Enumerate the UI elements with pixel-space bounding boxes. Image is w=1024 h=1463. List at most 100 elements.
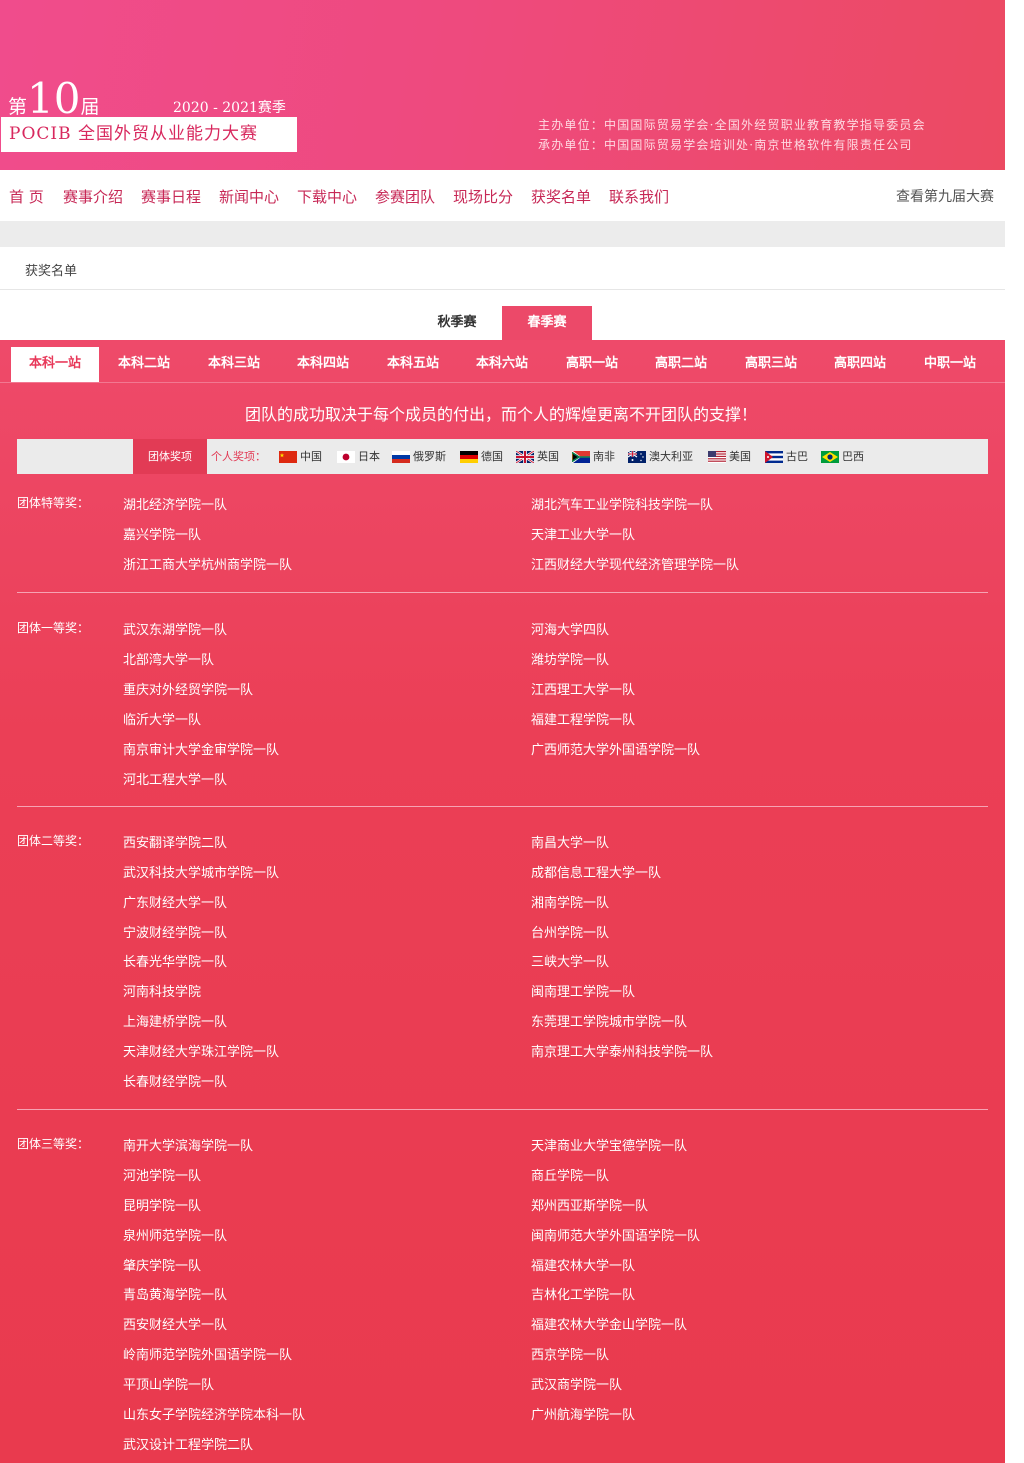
team-name: 长春财经学院一队 — [123, 1075, 228, 1090]
tab-station-4[interactable]: 本科四站 — [279, 347, 367, 382]
organizer-text: 主办单位：中国国际贸易学会·全国外经贸职业教育教学指导委员会 — [538, 118, 926, 132]
team-name: 江西理工大学一队 — [531, 683, 636, 698]
season-label: 2020 - 2021赛季 — [173, 100, 286, 116]
team-name: 天津商业大学宝德学院一队 — [531, 1139, 688, 1154]
country-name: 巴西 — [842, 450, 864, 463]
edition-number: 第10届 — [8, 74, 99, 123]
team-name: 成都信息工程大学一队 — [531, 866, 662, 881]
station-tabs: 本科一站 本科二站 本科三站 本科四站 本科五站 本科六站 高职一站 高职二站 … — [0, 340, 1005, 383]
tab-station-8[interactable]: 高职二站 — [637, 347, 725, 382]
window-edge — [1005, 0, 1024, 1463]
award-filter-bar: 团体奖项 个人奖项： 中国 日本 俄罗斯 德国 英国 南非 澳大利亚 美国 古巴… — [17, 439, 988, 474]
team-name: 河海大学四队 — [531, 623, 610, 638]
season-tabs: 秋季赛 春季赛 — [0, 290, 1005, 340]
team-name: 广东财经大学一队 — [123, 896, 228, 911]
winners-content: 本科一站 本科二站 本科三站 本科四站 本科五站 本科六站 高职一站 高职二站 … — [0, 340, 1005, 1463]
team-name: 肇庆学院一队 — [123, 1259, 202, 1274]
tab-station-1[interactable]: 本科一站 — [11, 347, 99, 382]
team-name: 临沂大学一队 — [123, 713, 202, 728]
team-name: 上海建桥学院一队 — [123, 1015, 228, 1030]
tab-station-10[interactable]: 高职四站 — [816, 347, 904, 382]
nav-home[interactable]: 首 页 — [9, 186, 44, 207]
team-name: 福建工程学院一队 — [531, 713, 636, 728]
team-name: 湘南学院一队 — [531, 896, 610, 911]
award-level-label: 团体特等奖： — [17, 496, 90, 510]
team-name: 河北工程大学一队 — [123, 773, 228, 788]
team-name: 河池学院一队 — [123, 1169, 202, 1184]
team-name: 河南科技学院 — [123, 985, 202, 1000]
tab-station-9[interactable]: 高职三站 — [727, 347, 815, 382]
nav-teams[interactable]: 参赛团队 — [375, 186, 435, 207]
nav-winners[interactable]: 获奖名单 — [531, 186, 591, 207]
divider-band — [0, 221, 1005, 247]
tab-station-2[interactable]: 本科二站 — [100, 347, 188, 382]
team-name: 闽南师范大学外国语学院一队 — [531, 1229, 701, 1244]
team-name: 南昌大学一队 — [531, 836, 610, 851]
team-name: 宁波财经学院一队 — [123, 926, 228, 941]
team-name: 西京学院一队 — [531, 1348, 610, 1363]
team-name: 岭南师范学院外国语学院一队 — [123, 1348, 293, 1363]
team-name: 北部湾大学一队 — [123, 653, 215, 668]
team-name: 嘉兴学院一队 — [123, 528, 202, 543]
team-name: 福建农林大学一队 — [531, 1259, 636, 1274]
section-divider — [17, 592, 988, 593]
germany-flag-icon — [460, 451, 478, 463]
country-name: 德国 — [481, 450, 503, 463]
team-name: 浙江工商大学杭州商学院一队 — [123, 558, 293, 573]
team-name: 商丘学院一队 — [531, 1169, 610, 1184]
nav-intro[interactable]: 赛事介绍 — [63, 186, 123, 207]
nav-previous-edition-link[interactable]: 查看第九届大赛 — [896, 186, 994, 206]
uk-flag-icon — [516, 451, 534, 463]
team-name: 昆明学院一队 — [123, 1199, 202, 1214]
team-name: 重庆对外经贸学院一队 — [123, 683, 254, 698]
team-name: 武汉设计工程学院二队 — [123, 1438, 254, 1453]
japan-flag-icon — [337, 451, 355, 463]
team-award-button[interactable]: 团体奖项 — [133, 439, 207, 474]
team-name: 江西财经大学现代经济管理学院一队 — [531, 558, 740, 573]
team-name: 天津工业大学一队 — [531, 528, 636, 543]
country-name: 英国 — [537, 450, 559, 463]
award-level-label: 团体三等奖： — [17, 1137, 90, 1151]
nav-download[interactable]: 下载中心 — [297, 186, 357, 207]
undertaker-text: 承办单位：中国国际贸易学会培训处·南京世格软件有限责任公司 — [538, 138, 913, 152]
breadcrumb: 获奖名单 — [25, 264, 78, 279]
cuba-flag-icon — [765, 451, 783, 463]
team-name: 青岛黄海学院一队 — [123, 1288, 228, 1303]
country-name: 南非 — [593, 450, 615, 463]
tab-spring[interactable]: 春季赛 — [502, 306, 592, 340]
site-header: 第10届 2020 - 2021赛季 POCIB 全国外贸从业能力大赛 主办单位… — [0, 0, 1005, 170]
nav-contact[interactable]: 联系我们 — [609, 186, 669, 207]
nav-schedule[interactable]: 赛事日程 — [141, 186, 201, 207]
team-name: 武汉科技大学城市学院一队 — [123, 866, 280, 881]
edition-suffix: 届 — [80, 96, 100, 118]
team-name: 武汉东湖学院一队 — [123, 623, 228, 638]
country-name: 澳大利亚 — [649, 450, 693, 463]
tab-station-7[interactable]: 高职一站 — [548, 347, 636, 382]
tab-station-5[interactable]: 本科五站 — [369, 347, 457, 382]
team-name: 山东女子学院经济学院本科一队 — [123, 1408, 306, 1423]
team-name: 吉林化工学院一队 — [531, 1288, 636, 1303]
individual-award-label: 个人奖项： — [211, 450, 266, 463]
team-name: 南京审计大学金审学院一队 — [123, 743, 280, 758]
team-name: 武汉商学院一队 — [531, 1378, 623, 1393]
china-flag-icon — [279, 451, 297, 463]
edition-num: 10 — [27, 74, 81, 123]
country-name: 古巴 — [786, 450, 808, 463]
team-name: 泉州师范学院一队 — [123, 1229, 228, 1244]
russia-flag-icon — [392, 451, 410, 463]
usa-flag-icon — [708, 451, 726, 463]
tab-station-11[interactable]: 中职一站 — [906, 347, 994, 382]
nav-news[interactable]: 新闻中心 — [219, 186, 279, 207]
team-name: 南京理工大学泰州科技学院一队 — [531, 1045, 714, 1060]
team-name: 广西师范大学外国语学院一队 — [531, 743, 701, 758]
brazil-flag-icon — [821, 451, 839, 463]
tab-station-6[interactable]: 本科六站 — [458, 347, 546, 382]
country-name: 美国 — [729, 450, 751, 463]
tab-station-3[interactable]: 本科三站 — [190, 347, 278, 382]
award-level-label: 团体一等奖： — [17, 621, 90, 635]
team-name: 闽南理工学院一队 — [531, 985, 636, 1000]
nav-scores[interactable]: 现场比分 — [453, 186, 513, 207]
tab-autumn[interactable]: 秋季赛 — [413, 306, 501, 340]
section-divider — [17, 806, 988, 807]
team-name: 潍坊学院一队 — [531, 653, 610, 668]
